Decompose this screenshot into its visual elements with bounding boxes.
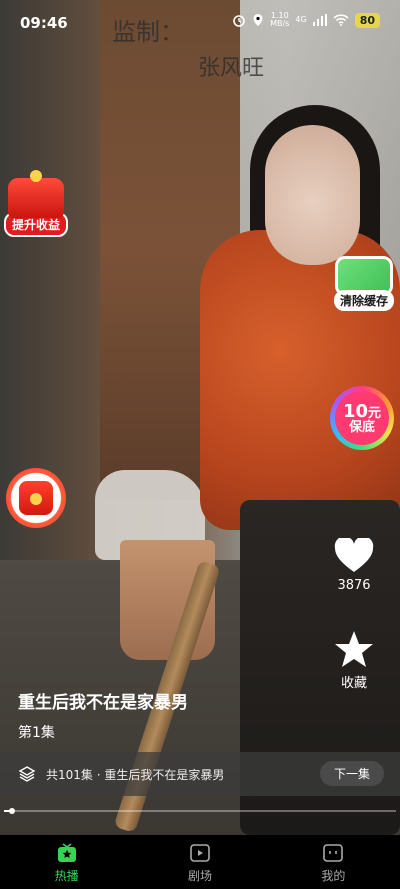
boost-earnings-widget[interactable]: 提升收益 [4, 170, 69, 237]
cellular-signal-icon [312, 14, 327, 26]
tab-hot[interactable]: 热播 [0, 835, 133, 889]
location-icon [253, 14, 263, 26]
clean-cache-widget[interactable]: 清除缓存 [334, 256, 395, 311]
reward-coin-icon: 10元 保底 [330, 386, 394, 450]
episode-label: 第1集 [18, 725, 55, 741]
red-packet-widget[interactable] [6, 468, 66, 528]
playback-progress-bar[interactable] [0, 808, 400, 814]
star-icon [335, 631, 373, 667]
progress-track [4, 810, 396, 812]
series-bar[interactable]: 共101集 · 重生后我不在是家暴男 下一集 [0, 752, 400, 796]
wifi-icon [333, 14, 349, 26]
tab-theater[interactable]: 剧场 [133, 835, 266, 889]
layers-icon [18, 766, 36, 782]
bottom-tab-bar: 热播 剧场 我的 [0, 835, 400, 889]
star-tv-icon [57, 842, 76, 862]
network-speed: 1.10 MB/s [270, 12, 289, 28]
play-screen-icon [190, 843, 210, 862]
reward-unit: 元 [368, 405, 382, 421]
drama-title: 重生后我不在是家暴男 [18, 693, 188, 713]
tab-profile[interactable]: 我的 [267, 835, 400, 889]
status-bar: 09:46 1.10 MB/s 4G 80 [0, 0, 400, 44]
guaranteed-reward-widget[interactable]: 10元 保底 [330, 386, 394, 450]
reward-label: 保底 [348, 419, 375, 435]
heart-icon [334, 538, 374, 572]
red-envelope-icon [19, 481, 53, 515]
like-count: 3876 [337, 578, 371, 593]
signal-type: 4G [295, 15, 307, 24]
tab-theater-label: 剧场 [187, 868, 212, 883]
tab-hot-label: 热播 [54, 868, 79, 883]
alarm-icon [233, 15, 245, 27]
scene-person-head [265, 125, 360, 265]
favorite-button[interactable]: 收藏 [326, 630, 382, 691]
profile-tv-icon [323, 843, 344, 862]
status-time: 09:46 [20, 14, 68, 32]
battery-indicator: 80 [354, 12, 380, 28]
tab-profile-label: 我的 [321, 868, 346, 883]
favorite-label: 收藏 [340, 676, 367, 691]
like-button[interactable]: 3876 [326, 538, 382, 593]
series-info: 共101集 · 重生后我不在是家暴男 [46, 767, 225, 782]
next-episode-button[interactable]: 下一集 [319, 761, 384, 786]
gift-box-icon [8, 170, 64, 218]
progress-handle[interactable] [8, 808, 15, 814]
status-icons: 1.10 MB/s 4G 80 [232, 12, 380, 28]
network-speed-unit: MB/s [270, 19, 290, 28]
reward-amount: 10 [342, 400, 369, 422]
video-watermark-name: 张风旺 [198, 56, 265, 81]
clean-cache-label: 清除缓存 [334, 290, 395, 311]
